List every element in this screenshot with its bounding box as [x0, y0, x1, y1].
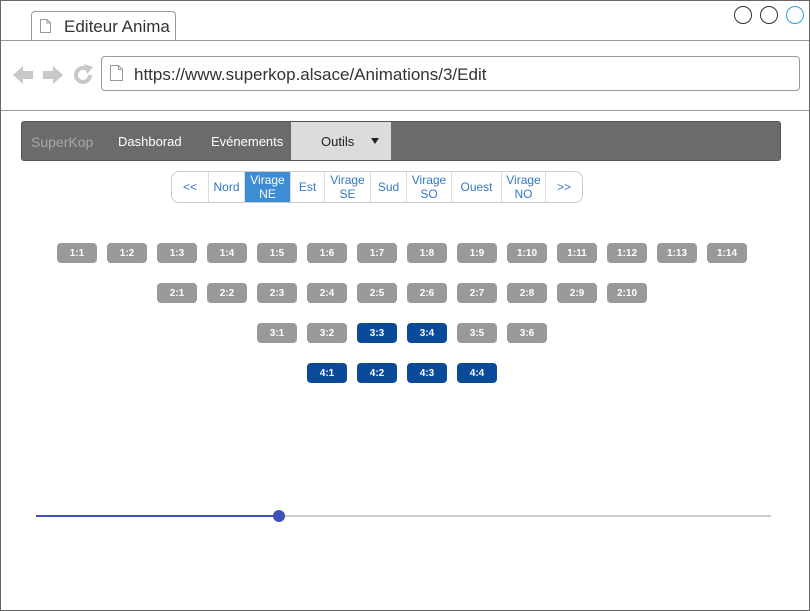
seat-button[interactable]: 1:12	[607, 243, 647, 263]
caret-down-icon	[371, 138, 379, 144]
seat-button[interactable]: 4:3	[407, 363, 447, 383]
brand-logo[interactable]: SuperKop	[31, 134, 93, 150]
document-icon	[40, 19, 51, 33]
seat-button[interactable]: 3:1	[257, 323, 297, 343]
seat-button[interactable]: 1:1	[57, 243, 97, 263]
seat-button[interactable]: 1:11	[557, 243, 597, 263]
url-text: https://www.superkop.alsace/Animations/3…	[134, 65, 487, 84]
browser-tab[interactable]: Editeur Anima	[31, 11, 176, 41]
pager-item[interactable]: Virage NE	[245, 172, 291, 202]
seat-button[interactable]: 4:2	[357, 363, 397, 383]
pager-item[interactable]: <<	[172, 172, 209, 202]
seat-button[interactable]: 3:4	[407, 323, 447, 343]
seat-button[interactable]: 2:8	[507, 283, 547, 303]
seat-button[interactable]: 4:4	[457, 363, 497, 383]
seat-button[interactable]: 1:5	[257, 243, 297, 263]
seat-button[interactable]: 2:3	[257, 283, 297, 303]
pager-item[interactable]: Virage SO	[407, 172, 452, 202]
seat-button[interactable]: 1:3	[157, 243, 197, 263]
address-bar[interactable]: https://www.superkop.alsace/Animations/3…	[101, 56, 800, 91]
pager-item[interactable]: >>	[546, 172, 582, 202]
pager-item[interactable]: Nord	[209, 172, 245, 202]
toolbar-divider	[1, 110, 809, 111]
seat-button[interactable]: 2:10	[607, 283, 647, 303]
timeline-slider[interactable]	[36, 510, 771, 522]
nav-link-evenements[interactable]: Evénements	[211, 134, 283, 149]
slider-fill	[36, 515, 279, 517]
seat-button[interactable]: 2:4	[307, 283, 347, 303]
tab-title: Editeur Anima	[64, 17, 170, 36]
seat-button[interactable]: 2:2	[207, 283, 247, 303]
seat-button[interactable]: 1:4	[207, 243, 247, 263]
minimize-button[interactable]	[734, 6, 752, 24]
document-icon	[110, 65, 123, 81]
tabbar-divider	[1, 40, 809, 41]
seat-button[interactable]: 1:7	[357, 243, 397, 263]
seat-button[interactable]: 1:13	[657, 243, 697, 263]
seat-button[interactable]: 1:9	[457, 243, 497, 263]
arrow-left-icon[interactable]	[11, 63, 35, 87]
seat-button[interactable]: 2:6	[407, 283, 447, 303]
seat-button[interactable]: 3:6	[507, 323, 547, 343]
sector-pager: << Nord Virage NE Est Virage SE Sud Virage SO O…	[171, 171, 583, 203]
pager-item[interactable]: Sud	[371, 172, 407, 202]
pager-item[interactable]: Est	[291, 172, 325, 202]
seat-button[interactable]: 3:5	[457, 323, 497, 343]
seat-button[interactable]: 1:2	[107, 243, 147, 263]
seat-button[interactable]: 1:8	[407, 243, 447, 263]
seat-button[interactable]: 2:7	[457, 283, 497, 303]
seat-button[interactable]: 3:3	[357, 323, 397, 343]
pager-item[interactable]: Virage NO	[502, 172, 546, 202]
seat-button[interactable]: 1:6	[307, 243, 347, 263]
app-navbar: SuperKop Dashborad Evénements Outils	[21, 121, 781, 161]
reload-icon[interactable]	[71, 63, 95, 87]
outils-dropdown-label: Outils	[321, 134, 355, 149]
close-button[interactable]	[786, 6, 804, 24]
outils-dropdown[interactable]: Outils	[291, 122, 391, 160]
seat-button[interactable]: 3:2	[307, 323, 347, 343]
seat-button[interactable]: 1:10	[507, 243, 547, 263]
browser-window: Editeur Anima https://www.superkop.alsac…	[0, 0, 810, 611]
pager-item[interactable]: Ouest	[452, 172, 502, 202]
arrow-right-icon[interactable]	[41, 63, 65, 87]
seat-button[interactable]: 1:14	[707, 243, 747, 263]
pager-item[interactable]: Virage SE	[325, 172, 371, 202]
seat-button[interactable]: 4:1	[307, 363, 347, 383]
seat-button[interactable]: 2:5	[357, 283, 397, 303]
maximize-button[interactable]	[760, 6, 778, 24]
seat-button[interactable]: 2:1	[157, 283, 197, 303]
slider-thumb[interactable]	[273, 510, 285, 522]
nav-link-dashboard[interactable]: Dashborad	[118, 134, 182, 149]
seat-button[interactable]: 2:9	[557, 283, 597, 303]
